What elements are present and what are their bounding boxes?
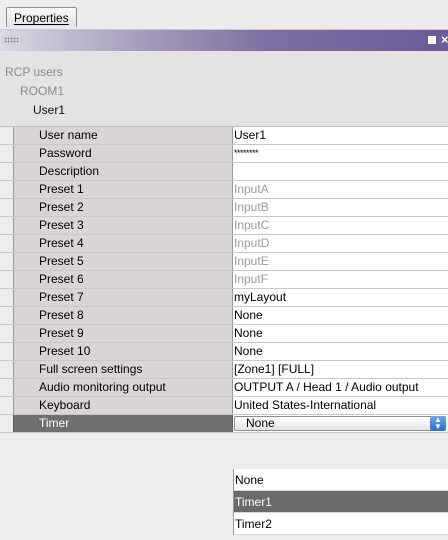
property-label: Preset 2 [13,199,233,216]
property-value[interactable]: InputB [233,199,448,216]
property-label: Description [13,163,233,180]
property-value[interactable]: InputE [233,253,448,270]
tree-node-user1[interactable]: User1 [33,103,65,117]
property-value[interactable]: User1 [233,127,448,144]
property-value[interactable]: None [233,307,448,324]
property-row-preset-1[interactable]: Preset 1 InputA [0,181,448,199]
property-row-description[interactable]: Description [0,163,448,181]
property-label: Preset 9 [13,325,233,342]
tree-node-rcp-users[interactable]: RCP users [5,65,63,79]
user-tree: RCP users ROOM1 User1 [0,51,448,127]
property-label: Preset 1 [13,181,233,198]
property-row-user-name[interactable]: User name User1 [0,127,448,145]
property-row-preset-10[interactable]: Preset 10 None [0,343,448,361]
property-value[interactable]: InputC [233,217,448,234]
property-label: Preset 8 [13,307,233,324]
property-label: Keyboard [13,397,233,414]
property-label: Preset 5 [13,253,233,270]
property-value[interactable]: InputA [233,181,448,198]
property-value[interactable]: [Zone1] [FULL] [233,361,448,378]
property-label: Preset 6 [13,271,233,288]
property-label: Full screen settings [13,361,233,378]
property-label: Timer [13,415,233,432]
property-row-preset-5[interactable]: Preset 5 InputE [0,253,448,271]
tree-node-room1[interactable]: ROOM1 [20,84,64,98]
property-grid: User name User1 Password ******** Descript… [0,127,448,433]
property-row-audio-monitoring-output[interactable]: Audio monitoring output OUTPUT A / Head 1… [0,379,448,397]
timer-option-none[interactable]: None [234,469,448,491]
property-label: Preset 3 [13,217,233,234]
property-row-preset-9[interactable]: Preset 9 None [0,325,448,343]
property-row-password[interactable]: Password ******** [0,145,448,163]
property-value[interactable]: None [233,343,448,360]
timer-select-value: None [246,416,275,430]
property-value[interactable]: OUTPUT A / Head 1 / Audio output [233,379,448,396]
close-icon[interactable]: × [441,32,448,48]
property-value[interactable]: InputF [233,271,448,288]
property-label: Password [13,145,233,162]
property-value: None ▲ ▼ [233,415,448,432]
property-value[interactable]: ******** [233,145,448,162]
grip-dots-icon[interactable] [4,37,18,43]
property-label: Preset 7 [13,289,233,306]
property-label: Preset 4 [13,235,233,252]
tab-properties-label: Properties [14,11,69,25]
property-row-preset-3[interactable]: Preset 3 InputC [0,217,448,235]
timer-dropdown-list: None Timer1 Timer2 [233,469,448,535]
tab-properties[interactable]: Properties [6,7,77,27]
property-row-preset-2[interactable]: Preset 2 InputB [0,199,448,217]
property-value[interactable]: myLayout [233,289,448,306]
property-label: Preset 10 [13,343,233,360]
property-label: User name [13,127,233,144]
square-icon[interactable] [428,36,436,44]
property-row-preset-6[interactable]: Preset 6 InputF [0,271,448,289]
property-row-preset-4[interactable]: Preset 4 InputD [0,235,448,253]
property-row-timer[interactable]: Timer None ▲ ▼ [0,415,448,433]
property-row-full-screen-settings[interactable]: Full screen settings [Zone1] [FULL] [0,361,448,379]
timer-select[interactable]: None ▲ ▼ [234,416,446,431]
property-row-keyboard[interactable]: Keyboard United States-International [0,397,448,415]
chevron-updown-icon[interactable]: ▲ ▼ [430,416,446,431]
timer-option-timer2[interactable]: Timer2 [234,513,448,535]
property-value[interactable]: InputD [233,235,448,252]
property-value[interactable]: United States-International [233,397,448,414]
property-row-preset-8[interactable]: Preset 8 None [0,307,448,325]
timer-option-timer1[interactable]: Timer1 [234,491,448,513]
property-row-preset-7[interactable]: Preset 7 myLayout [0,289,448,307]
property-value[interactable] [233,163,448,180]
panel-titlebar[interactable]: × [0,30,448,51]
tab-bar: Properties [0,0,448,30]
property-value[interactable]: None [233,325,448,342]
property-label: Audio monitoring output [13,379,233,396]
